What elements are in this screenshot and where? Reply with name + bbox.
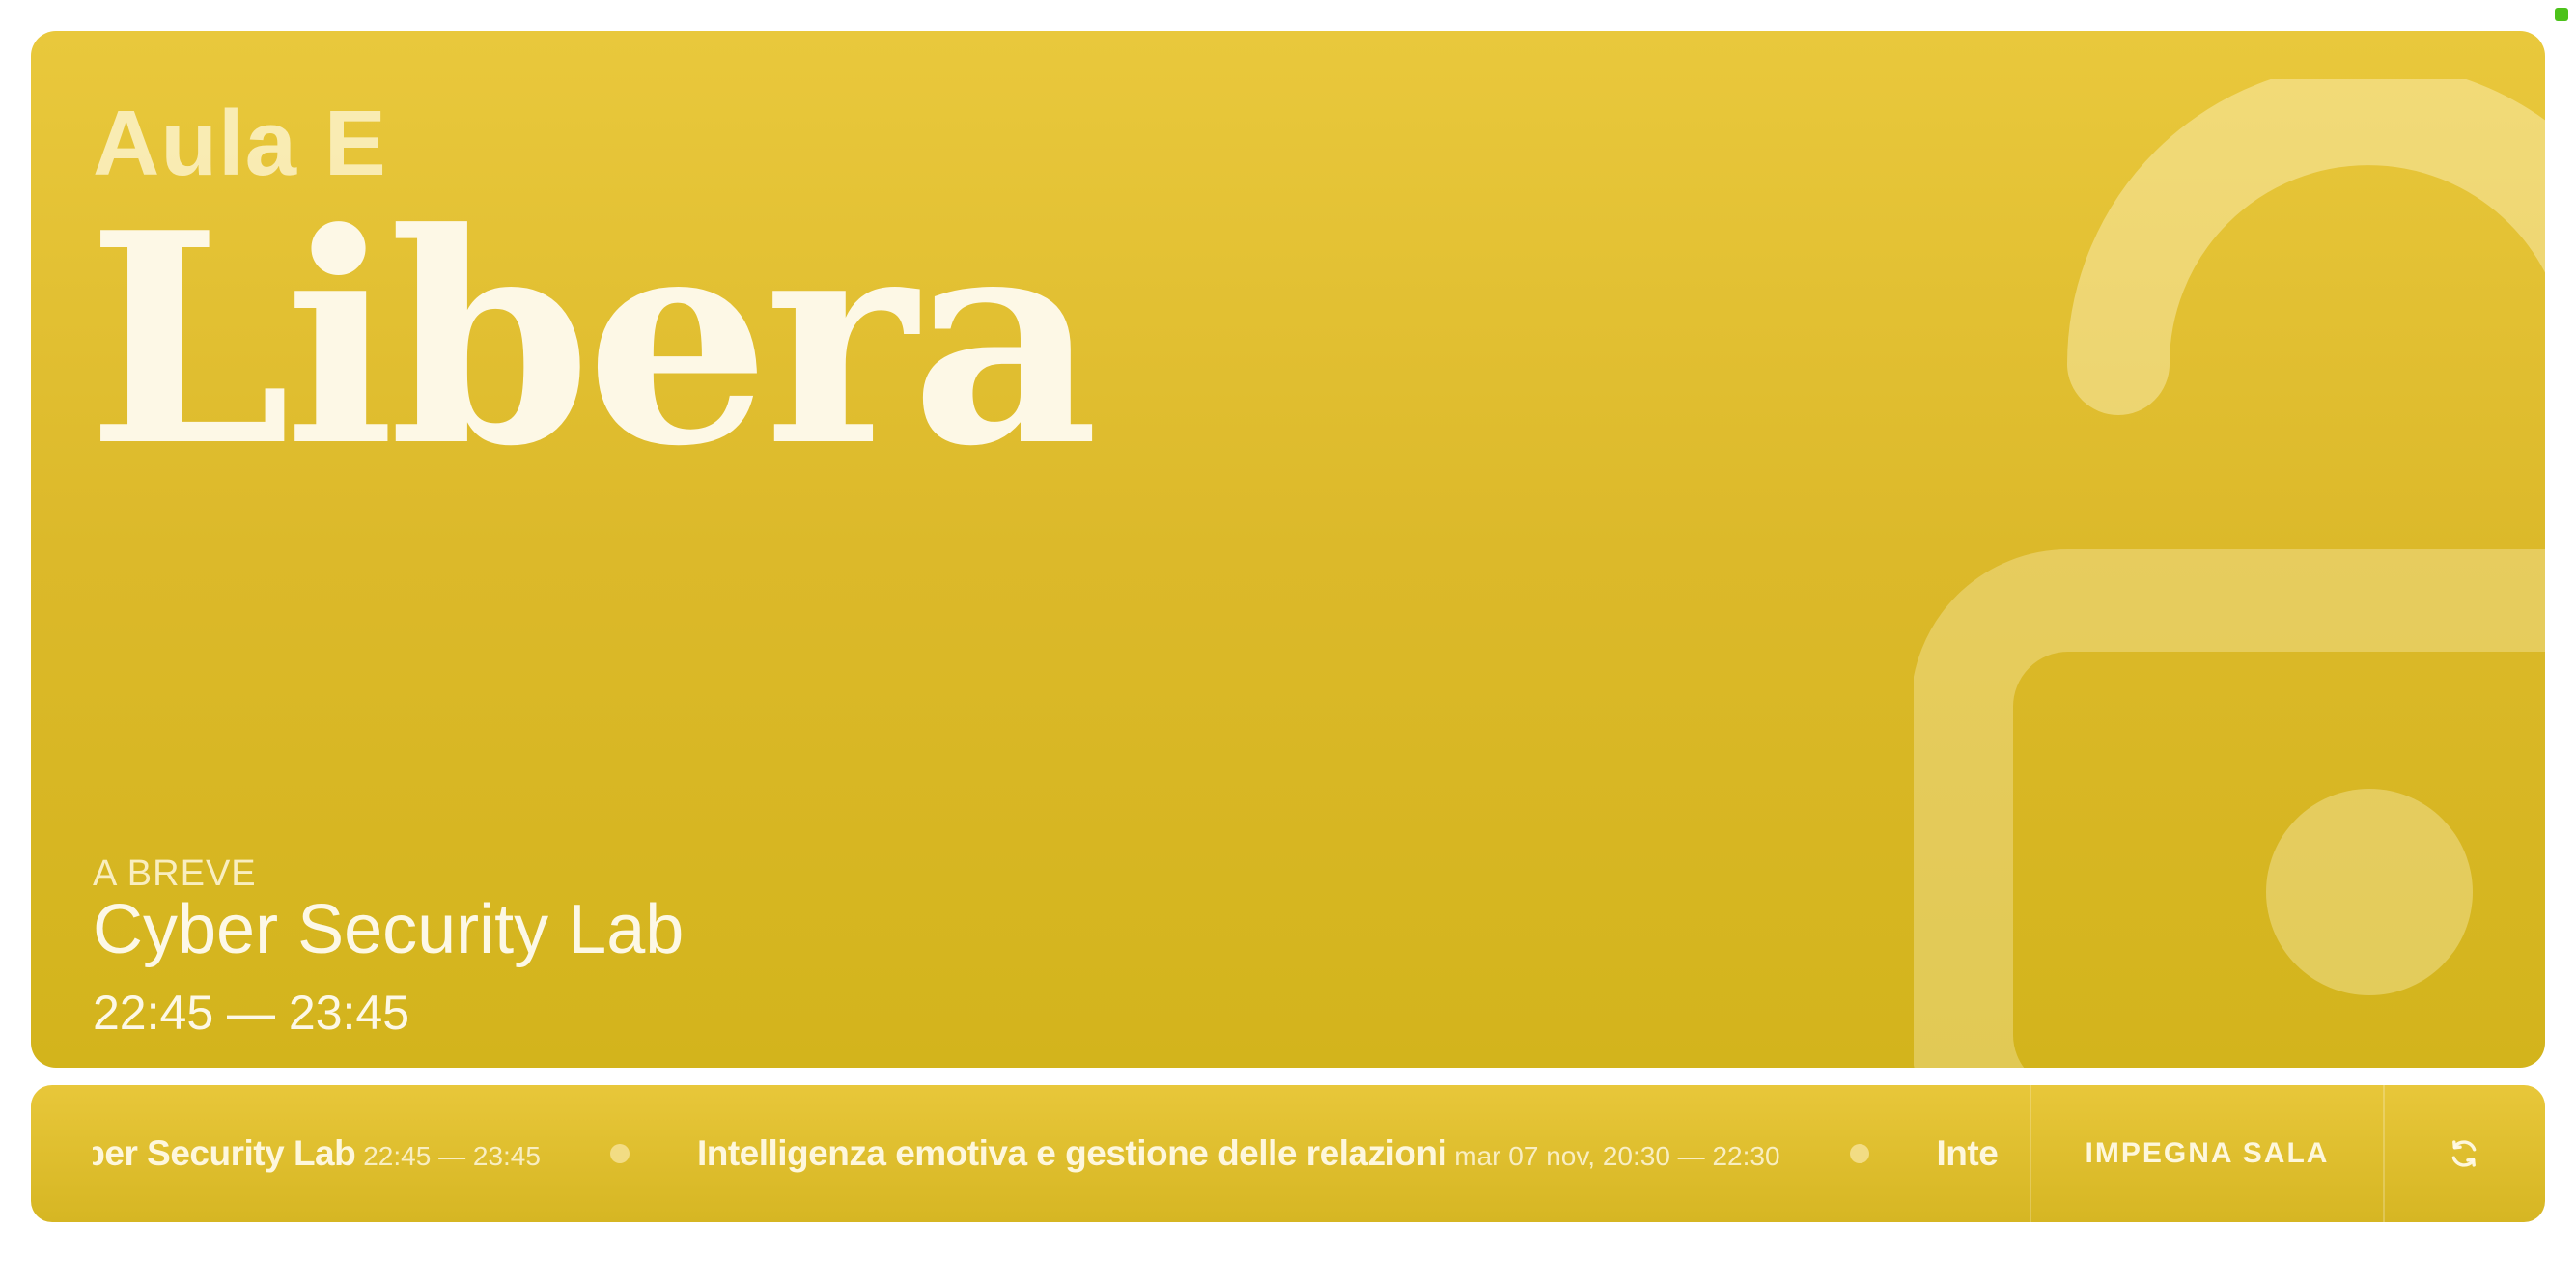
ticker-item-time: mar 07 nov, 20:30 — 22:30 <box>1454 1141 1780 1171</box>
unlocked-padlock-icon <box>1914 79 2545 1068</box>
ticker-item: Intelligenza emotiva e gestione delle re… <box>1937 1133 1999 1174</box>
online-status-indicator <box>2555 8 2568 21</box>
refresh-icon <box>2451 1140 2477 1167</box>
events-ticker: Cyber Security Lab 22:45 — 23:45 Intelli… <box>93 1085 1999 1222</box>
ticker-item-title: Intelligenza emotiva e gestione delle re… <box>696 1133 1447 1173</box>
ticker-item-title: Intelligenza emotiva e gestione delle re… <box>1936 1133 1999 1173</box>
next-event-label: A BREVE <box>93 853 257 894</box>
book-room-button[interactable]: IMPEGNA SALA <box>2030 1085 2385 1222</box>
ticker-item: Intelligenza emotiva e gestione delle re… <box>697 1133 1780 1174</box>
ticker-item-time: 22:45 — 23:45 <box>363 1141 541 1171</box>
ticker-item-title: Cyber Security Lab <box>93 1133 356 1173</box>
next-event-title: Cyber Security Lab <box>93 891 685 968</box>
room-status: Libera <box>87 169 1099 510</box>
refresh-button[interactable] <box>2383 1085 2545 1222</box>
ticker-track: Cyber Security Lab 22:45 — 23:45 Intelli… <box>93 1085 1999 1222</box>
ticker-item: Cyber Security Lab 22:45 — 23:45 <box>93 1133 541 1174</box>
bottom-bar: Cyber Security Lab 22:45 — 23:45 Intelli… <box>31 1085 2545 1222</box>
room-status-panel: Aula E Libera A BREVE Cyber Security Lab… <box>31 31 2545 1068</box>
ticker-separator-dot <box>609 1144 630 1163</box>
ticker-separator-dot <box>1849 1144 1869 1163</box>
next-event-time: 22:45 — 23:45 <box>93 986 410 1040</box>
